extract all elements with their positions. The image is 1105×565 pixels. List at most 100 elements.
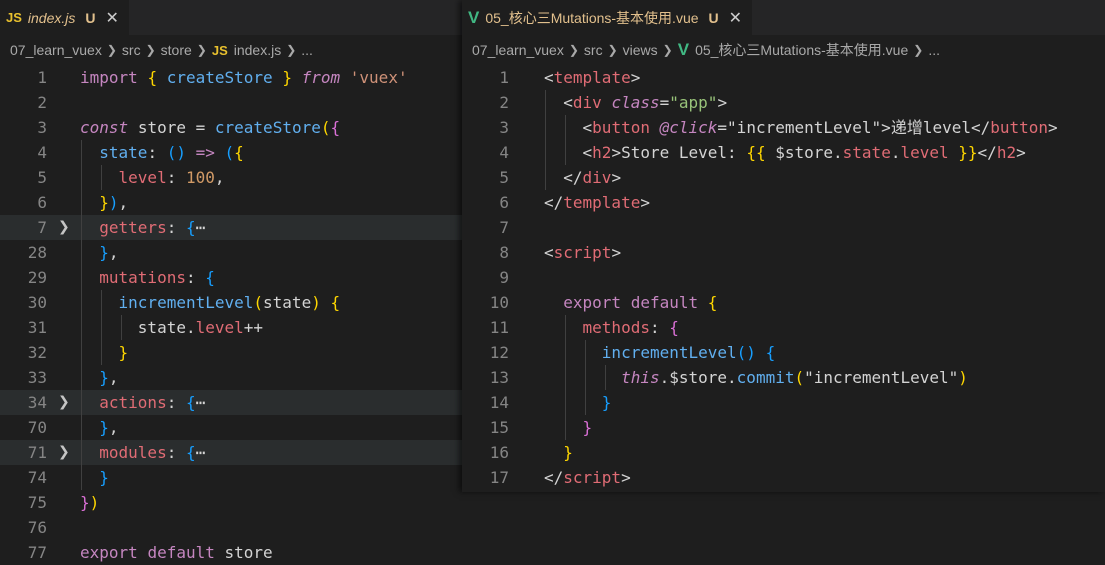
line-content: mutations: { xyxy=(99,268,215,287)
code-line-folded[interactable]: 34 ❯ actions: {⋯ xyxy=(0,390,462,415)
breadcrumb-item-symbols[interactable]: ... xyxy=(928,42,940,58)
code-line[interactable]: 77 export default store xyxy=(0,540,462,565)
line-content: </div> xyxy=(563,168,622,187)
line-content: incrementLevel(state) { xyxy=(118,293,341,312)
line-number: 29 xyxy=(27,268,47,287)
chevron-right-icon[interactable]: ❯ xyxy=(58,215,70,240)
line-number: 10 xyxy=(489,293,509,312)
line-content: } xyxy=(582,418,593,437)
breadcrumb-item-views[interactable]: views xyxy=(623,42,658,58)
breadcrumb-item-project[interactable]: 07_learn_vuex xyxy=(472,42,564,58)
breadcrumb-item-src[interactable]: src xyxy=(122,42,141,58)
line-number: 5 xyxy=(37,168,47,187)
breadcrumb-item-file[interactable]: index.js xyxy=(234,42,281,58)
code-line[interactable]: 7 xyxy=(462,215,1105,240)
code-line[interactable]: 32 } xyxy=(0,340,462,365)
code-line-folded[interactable]: 71 ❯ modules: {⋯ xyxy=(0,440,462,465)
close-icon[interactable]: ✕ xyxy=(106,8,119,28)
line-number: 30 xyxy=(27,293,47,312)
code-line[interactable]: 15 } xyxy=(462,415,1105,440)
close-icon[interactable]: ✕ xyxy=(729,8,742,28)
code-line[interactable]: 74 } xyxy=(0,465,462,490)
code-line[interactable]: 5 level: 100, xyxy=(0,165,462,190)
right-tab-bar: V 05_核心三Mutations-基本使用.vue U ✕ xyxy=(462,0,1105,35)
code-line[interactable]: 76 xyxy=(0,515,462,540)
right-editor-pane: V 05_核心三Mutations-基本使用.vue U ✕ 07_learn_… xyxy=(462,0,1105,492)
code-line[interactable]: 75}) xyxy=(0,490,462,515)
code-line[interactable]: 29 mutations: { xyxy=(0,265,462,290)
line-number: 11 xyxy=(489,318,509,337)
tab-filename: index.js xyxy=(27,9,76,26)
code-line[interactable]: 11 methods: { xyxy=(462,315,1105,340)
code-line[interactable]: 13 this.$store.commit("incrementLevel") xyxy=(462,365,1105,390)
code-line-folded[interactable]: 7 ❯ getters: {⋯ xyxy=(0,215,462,240)
breadcrumb-item-file[interactable]: 05_核心三Mutations-基本使用.vue xyxy=(695,40,908,60)
chevron-right-icon[interactable]: ❯ xyxy=(58,390,70,415)
code-line[interactable]: 1 <template> xyxy=(462,65,1105,90)
code-line[interactable]: 31 state.level++ xyxy=(0,315,462,340)
chevron-right-icon: ❯ xyxy=(913,43,924,57)
line-number: 7 xyxy=(37,218,47,237)
line-number: 32 xyxy=(27,343,47,362)
line-number: 5 xyxy=(499,168,509,187)
code-line[interactable]: 17 </script> xyxy=(462,465,1105,490)
line-number: 7 xyxy=(499,218,509,237)
breadcrumb-item-project[interactable]: 07_learn_vuex xyxy=(10,42,102,58)
code-line[interactable]: 9 xyxy=(462,265,1105,290)
line-content: <div class="app"> xyxy=(563,93,728,112)
line-content: state: () => ({ xyxy=(99,143,244,162)
code-line[interactable]: 4 state: () => ({ xyxy=(0,140,462,165)
line-number: 76 xyxy=(27,518,47,537)
code-line[interactable]: 70 }, xyxy=(0,415,462,440)
code-editor[interactable]: 1 import { createStore } from 'vuex' 2 3 c… xyxy=(0,65,462,565)
line-content: state.level++ xyxy=(137,318,264,337)
line-number: 4 xyxy=(499,143,509,162)
tab-index-js[interactable]: JS index.js U ✕ xyxy=(0,0,129,35)
line-content: } xyxy=(118,343,129,362)
code-line[interactable]: 3 const store = createStore({ xyxy=(0,115,462,140)
breadcrumb-item-src[interactable]: src xyxy=(584,42,603,58)
line-number: 2 xyxy=(37,93,47,112)
line-number: 75 xyxy=(27,493,47,512)
code-line[interactable]: 8 <script> xyxy=(462,240,1105,265)
breadcrumb-item-store[interactable]: store xyxy=(161,42,192,58)
line-content: actions: {⋯ xyxy=(99,393,206,412)
line-number: 8 xyxy=(499,243,509,262)
code-editor[interactable]: 1 <template> 2 <div class="app"> 3 <butto… xyxy=(462,65,1105,490)
code-line[interactable]: 14 } xyxy=(462,390,1105,415)
vue-file-icon: V xyxy=(468,7,480,27)
chevron-right-icon: ❯ xyxy=(106,43,117,57)
code-line[interactable]: 12 incrementLevel() { xyxy=(462,340,1105,365)
left-editor-pane: JS index.js U ✕ 07_learn_vuex ❯ src ❯ st… xyxy=(0,0,462,565)
code-line[interactable]: 2 <div class="app"> xyxy=(462,90,1105,115)
line-content: <button @click="incrementLevel">递增level<… xyxy=(582,118,1058,137)
line-number: 31 xyxy=(27,318,47,337)
code-line[interactable]: 28 }, xyxy=(0,240,462,265)
code-line[interactable]: 33 }, xyxy=(0,365,462,390)
line-number: 14 xyxy=(489,393,509,412)
line-content: <h2>Store Level: {{ $store.state.level }… xyxy=(582,143,1026,162)
code-line[interactable]: 10 export default { xyxy=(462,290,1105,315)
code-line[interactable]: 6 </template> xyxy=(462,190,1105,215)
line-number: 1 xyxy=(499,68,509,87)
line-content: <template> xyxy=(544,68,641,87)
code-line[interactable]: 6 }), xyxy=(0,190,462,215)
code-line[interactable]: 16 } xyxy=(462,440,1105,465)
chevron-right-icon: ❯ xyxy=(662,43,673,57)
code-line[interactable]: 2 xyxy=(0,90,462,115)
code-line[interactable]: 5 </div> xyxy=(462,165,1105,190)
code-line[interactable]: 1 import { createStore } from 'vuex' xyxy=(0,65,462,90)
line-content: } xyxy=(99,468,109,487)
code-line[interactable]: 3 <button @click="incrementLevel">递增leve… xyxy=(462,115,1105,140)
line-number: 6 xyxy=(499,193,509,212)
tab-vue-file[interactable]: V 05_核心三Mutations-基本使用.vue U ✕ xyxy=(462,0,753,35)
line-content: const store = createStore({ xyxy=(80,118,341,137)
vue-file-icon: V xyxy=(677,40,690,59)
chevron-right-icon[interactable]: ❯ xyxy=(58,440,70,465)
code-line[interactable]: 4 <h2>Store Level: {{ $store.state.level… xyxy=(462,140,1105,165)
code-line[interactable]: 30 incrementLevel(state) { xyxy=(0,290,462,315)
breadcrumb-item-symbols[interactable]: ... xyxy=(301,42,313,58)
line-number: 77 xyxy=(27,543,47,562)
untracked-status-badge: U xyxy=(708,9,719,26)
line-number: 71 xyxy=(27,443,47,462)
